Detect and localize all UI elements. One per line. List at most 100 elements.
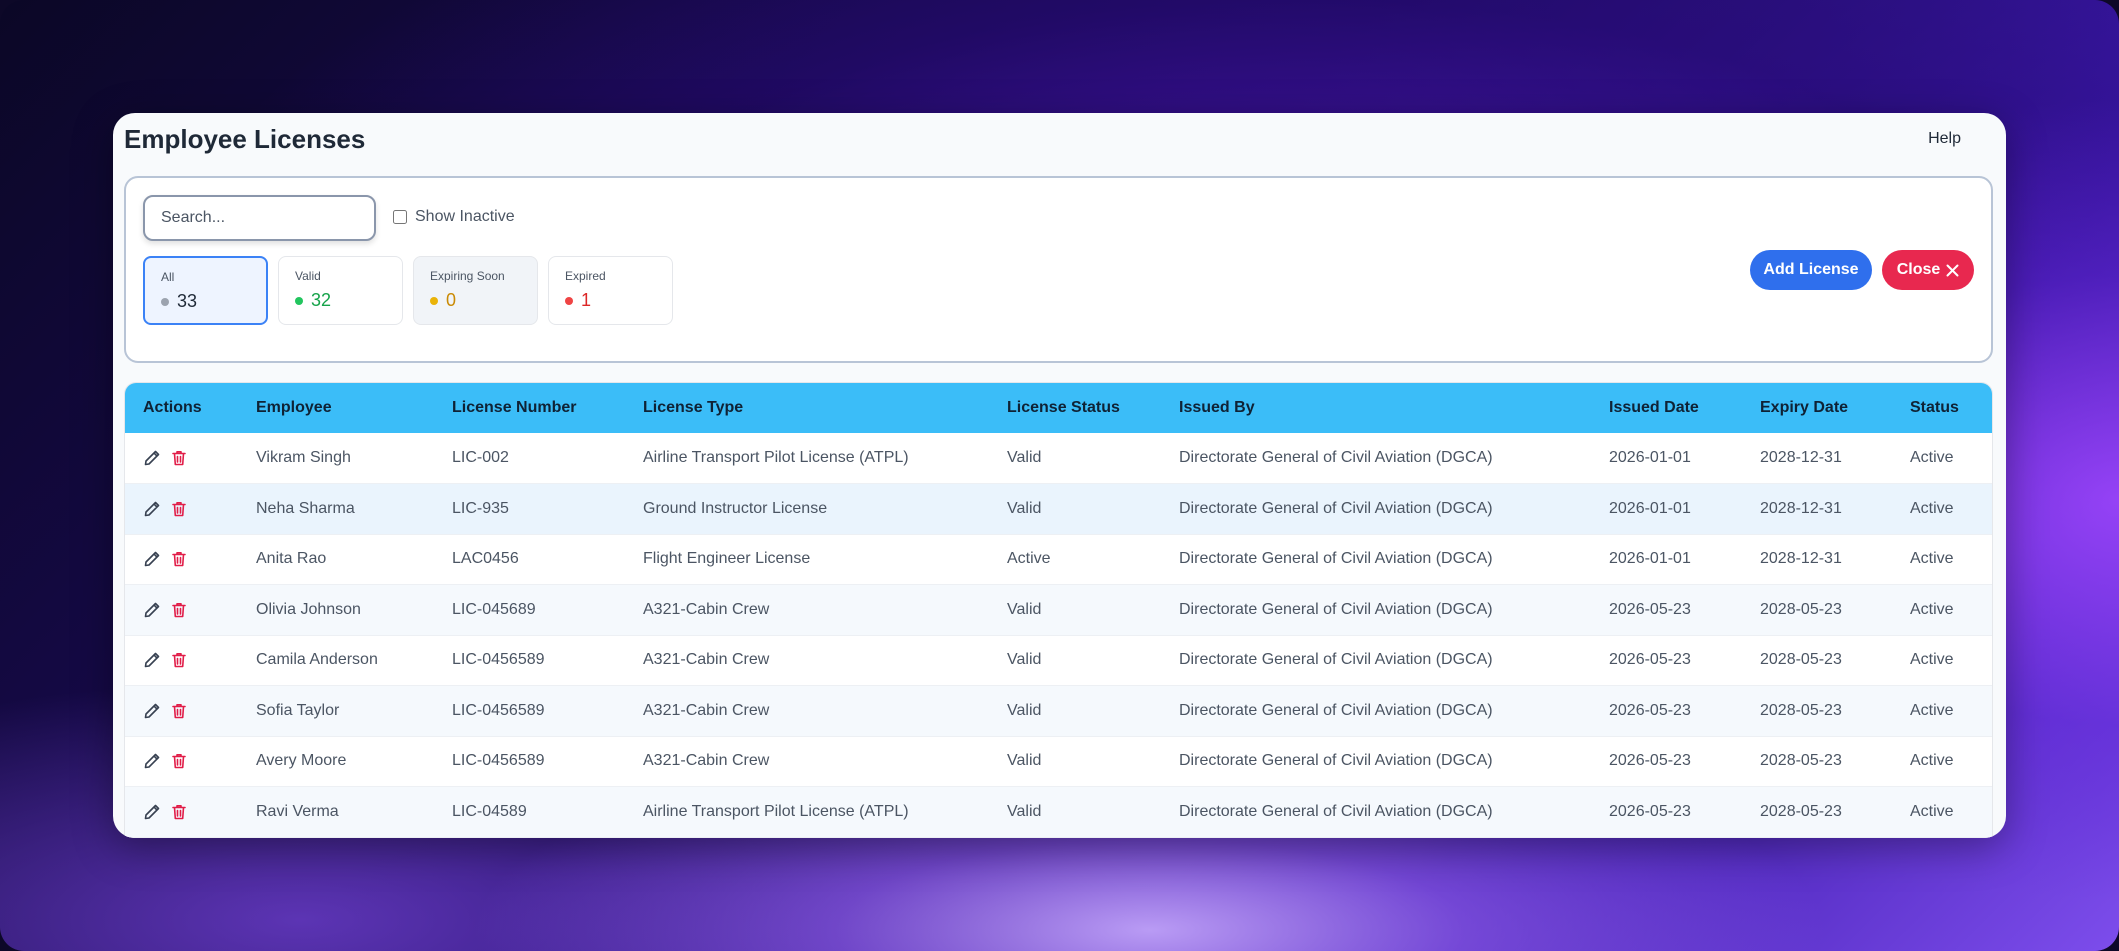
row-actions [125, 433, 238, 484]
cell-issued-date: 2026-05-23 [1591, 786, 1742, 838]
licenses-table-container: Actions Employee License Number License … [124, 382, 1993, 838]
row-actions [125, 483, 238, 535]
cell-expiry-date: 2028-12-31 [1742, 433, 1892, 484]
table-row[interactable]: Ravi Verma LIC-04589 Airline Transport Pil… [125, 786, 1992, 838]
pencil-icon[interactable] [143, 500, 161, 518]
trash-icon[interactable] [170, 803, 188, 821]
pencil-icon[interactable] [143, 601, 161, 619]
search-input[interactable] [143, 195, 376, 241]
status-dot [161, 297, 169, 306]
table-row[interactable]: Camila Anderson LIC-0456589 A321-Cabin Cre… [125, 635, 1992, 686]
filter-card-all[interactable]: All 33 [143, 256, 268, 325]
pencil-icon[interactable] [143, 702, 161, 720]
show-inactive-toggle[interactable]: Show Inactive [393, 208, 515, 226]
cell-license-type: Airline Transport Pilot License (ATPL) [625, 433, 989, 484]
status-dot [565, 296, 573, 305]
cell-license-type: A321-Cabin Crew [625, 584, 989, 636]
cell-issued-by: Directorate General of Civil Aviation (D… [1161, 685, 1591, 737]
filter-card-valid[interactable]: Valid 32 [278, 256, 403, 325]
trash-icon[interactable] [170, 601, 188, 619]
table-row[interactable]: Neha Sharma LIC-935 Ground Instructor Lice… [125, 483, 1992, 535]
trash-icon[interactable] [170, 449, 188, 467]
row-actions [125, 635, 238, 686]
cell-license-number: LIC-935 [434, 483, 625, 535]
cell-license-number: LIC-002 [434, 433, 625, 484]
help-link[interactable]: Help [1928, 130, 1961, 148]
cell-license-status: Valid [989, 736, 1161, 787]
cell-license-number: LIC-045689 [434, 584, 625, 636]
cell-status: Active [1892, 433, 1992, 484]
cell-license-type: A321-Cabin Crew [625, 635, 989, 686]
table-row[interactable]: Vikram Singh LIC-002 Airline Transport Pil… [125, 433, 1992, 484]
cell-license-number: LIC-0456589 [434, 635, 625, 686]
cell-employee: Camila Anderson [238, 635, 434, 686]
cell-employee: Vikram Singh [238, 433, 434, 484]
close-button[interactable]: Close [1882, 250, 1974, 290]
add-license-button[interactable]: Add License [1750, 250, 1872, 290]
row-actions [125, 736, 238, 787]
trash-icon[interactable] [170, 550, 188, 568]
cell-license-status: Valid [989, 635, 1161, 686]
column-header-expiry-date[interactable]: Expiry Date [1742, 383, 1892, 433]
trash-icon[interactable] [170, 752, 188, 770]
cell-issued-date: 2026-01-01 [1591, 433, 1742, 484]
cell-expiry-date: 2028-05-23 [1742, 584, 1892, 636]
column-header-license-status[interactable]: License Status [989, 383, 1161, 433]
pencil-icon[interactable] [143, 550, 161, 568]
cell-employee: Anita Rao [238, 534, 434, 585]
filter-card-label: Expired [565, 269, 606, 283]
cell-license-type: A321-Cabin Crew [625, 685, 989, 737]
cell-issued-by: Directorate General of Civil Aviation (D… [1161, 433, 1591, 484]
filter-card-expired[interactable]: Expired 1 [548, 256, 673, 325]
cell-issued-date: 2026-05-23 [1591, 584, 1742, 636]
row-actions [125, 584, 238, 636]
cell-employee: Sofia Taylor [238, 685, 434, 737]
column-header-issued-date[interactable]: Issued Date [1591, 383, 1742, 433]
cell-issued-date: 2026-01-01 [1591, 534, 1742, 585]
status-filter-cards: All 33 Valid 32 Expiring Soon 0 Expired … [143, 256, 673, 325]
status-dot [295, 296, 303, 305]
table-row[interactable]: Olivia Johnson LIC-045689 A321-Cabin Crew V… [125, 584, 1992, 636]
cell-issued-by: Directorate General of Civil Aviation (D… [1161, 584, 1591, 636]
trash-icon[interactable] [170, 651, 188, 669]
trash-icon[interactable] [170, 500, 188, 518]
table-row[interactable]: Sofia Taylor LIC-0456589 A321-Cabin Crew Va… [125, 685, 1992, 737]
pencil-icon[interactable] [143, 449, 161, 467]
filter-card-label: All [161, 270, 175, 284]
cell-issued-date: 2026-05-23 [1591, 685, 1742, 737]
column-header-license-number[interactable]: License Number [434, 383, 625, 433]
table-row[interactable]: Avery Moore LIC-0456589 A321-Cabin Crew Val… [125, 736, 1992, 787]
close-button-label: Close [1896, 261, 1941, 278]
cell-license-status: Valid [989, 584, 1161, 636]
cell-issued-by: Directorate General of Civil Aviation (D… [1161, 483, 1591, 535]
cell-expiry-date: 2028-12-31 [1742, 534, 1892, 585]
column-header-actions[interactable]: Actions [125, 383, 238, 433]
pencil-icon[interactable] [143, 752, 161, 770]
show-inactive-checkbox[interactable] [393, 210, 407, 224]
cell-license-type: Ground Instructor License [625, 483, 989, 535]
pencil-icon[interactable] [143, 803, 161, 821]
cell-expiry-date: 2028-05-23 [1742, 786, 1892, 838]
pencil-icon[interactable] [143, 651, 161, 669]
cell-issued-by: Directorate General of Civil Aviation (D… [1161, 786, 1591, 838]
filter-card-expiring-soon[interactable]: Expiring Soon 0 [413, 256, 538, 325]
cell-issued-date: 2026-05-23 [1591, 635, 1742, 686]
cell-license-status: Valid [989, 685, 1161, 737]
column-header-license-type[interactable]: License Type [625, 383, 989, 433]
cell-employee: Neha Sharma [238, 483, 434, 535]
cell-issued-by: Directorate General of Civil Aviation (D… [1161, 534, 1591, 585]
cell-license-type: Airline Transport Pilot License (ATPL) [625, 786, 989, 838]
cell-status: Active [1892, 736, 1992, 787]
column-header-status[interactable]: Status [1892, 383, 1992, 433]
table-row[interactable]: Anita Rao LAC0456 Flight Engineer License A… [125, 534, 1992, 585]
row-actions [125, 685, 238, 737]
cell-license-status: Valid [989, 483, 1161, 535]
cell-license-status: Valid [989, 786, 1161, 838]
trash-icon[interactable] [170, 702, 188, 720]
cell-status: Active [1892, 483, 1992, 535]
cell-status: Active [1892, 584, 1992, 636]
column-header-employee[interactable]: Employee [238, 383, 434, 433]
cell-employee: Ravi Verma [238, 786, 434, 838]
column-header-issued-by[interactable]: Issued By [1161, 383, 1591, 433]
cell-license-number: LIC-0456589 [434, 685, 625, 737]
